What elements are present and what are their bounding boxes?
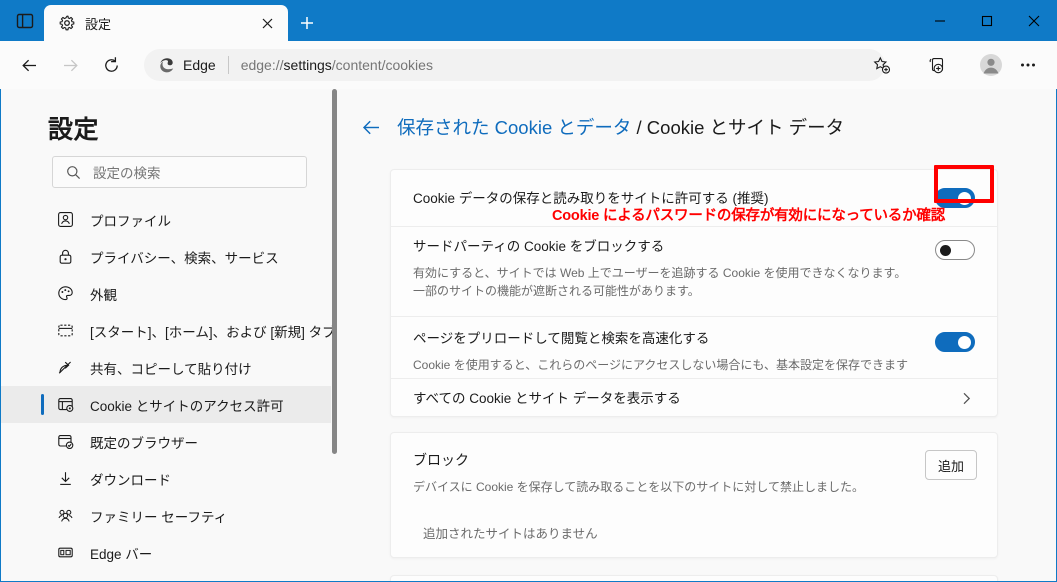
- title-bar: 設定: [0, 0, 1057, 41]
- sidebar-scrollbar[interactable]: [331, 89, 338, 581]
- scrollbar-thumb[interactable]: [332, 89, 337, 454]
- breadcrumb: 保存された Cookie とデータ / Cookie とサイト データ: [359, 114, 844, 140]
- more-ellipsis-icon[interactable]: [1013, 50, 1043, 80]
- profile-avatar-icon[interactable]: [976, 50, 1006, 80]
- gear-icon: [58, 15, 75, 32]
- omnibox-url[interactable]: edge://settings/content/cookies: [241, 57, 885, 73]
- palette-icon: [56, 284, 75, 303]
- share-icon: [56, 358, 75, 377]
- settings-nav-list: プロファイル プライバシー、検索、サービス 外観 [スタート]、[ホーム]、およ…: [1, 201, 336, 581]
- settings-sidebar: 設定 設定の検索 プロファイル プライバシー、検索、サービス 外観 [スタート]…: [1, 89, 337, 581]
- close-icon[interactable]: [254, 10, 280, 36]
- back-arrow-icon[interactable]: [14, 50, 44, 80]
- omnibox-divider: [227, 56, 229, 74]
- sidebar-item-start-home-newtab[interactable]: [スタート]、[ホーム]、および [新規] タブ: [1, 312, 336, 349]
- back-arrow-icon[interactable]: [359, 115, 383, 139]
- row-block-third-party-cookies[interactable]: サードパーティの Cookie をブロックする 有効にすると、サイトでは Web…: [391, 226, 997, 316]
- browser-toolbar: Edge edge://settings/content/cookies: [0, 41, 1057, 89]
- sidebar-item-label: プロファイル: [90, 213, 171, 229]
- tab-actions-icon[interactable]: [14, 10, 36, 32]
- sidebar-item-privacy[interactable]: プライバシー、検索、サービス: [1, 238, 331, 275]
- maximize-button[interactable]: [963, 0, 1010, 41]
- row-title: すべての Cookie とサイト データを表示する: [413, 391, 681, 406]
- minimize-button[interactable]: [916, 0, 963, 41]
- breadcrumb-separator: /: [636, 117, 642, 138]
- page-title: 設定: [48, 116, 100, 144]
- window-icon: [56, 321, 75, 340]
- sidebar-item-family-safety[interactable]: ファミリー セーフティ: [1, 497, 331, 534]
- row-title: ページをプリロードして閲覧と検索を高速化する: [413, 331, 710, 346]
- row-preload-pages[interactable]: ページをプリロードして閲覧と検索を高速化する Cookie を使用すると、これら…: [391, 316, 997, 378]
- search-icon: [65, 164, 81, 180]
- toggle-knob: [958, 336, 971, 349]
- language-icon: [56, 580, 75, 581]
- cookie-site-icon: [56, 395, 75, 414]
- sidebar-item-label: ダウンロード: [90, 472, 171, 488]
- breadcrumb-current: Cookie とサイト データ: [646, 117, 845, 138]
- browser-window: 設定 Edge edge://settings/content/cookies …: [0, 0, 1057, 582]
- toggle-preload-pages[interactable]: [935, 332, 975, 352]
- block-section-description: デバイスに Cookie を保存して読み取ることを以下のサイトに対して禁止しまし…: [413, 480, 864, 494]
- sidebar-item-label: プライバシー、検索、サービス: [90, 250, 279, 266]
- new-tab-button[interactable]: [294, 10, 320, 36]
- toggle-knob: [958, 192, 971, 205]
- address-bar[interactable]: Edge edge://settings/content/cookies: [144, 49, 885, 81]
- reload-icon[interactable]: [96, 50, 126, 80]
- edge-logo-icon: Edge: [158, 57, 216, 74]
- tab-title: 設定: [85, 16, 112, 32]
- family-icon: [56, 506, 75, 525]
- toggle-block-third-party-cookies[interactable]: [935, 240, 975, 260]
- forward-arrow-icon: [55, 50, 85, 80]
- sidebar-item-label: ファミリー セーフティ: [90, 509, 228, 525]
- sidebar-item-label: 外観: [90, 287, 117, 303]
- close-window-button[interactable]: [1010, 0, 1057, 41]
- sidebar-item-share-copy-paste[interactable]: 共有、コピーして貼り付け: [1, 349, 331, 386]
- block-section-title: ブロック: [413, 452, 469, 468]
- sidebar-item-label: [スタート]、[ホーム]、および [新規] タブ: [90, 324, 336, 340]
- sidebar-item-languages[interactable]: 言語: [1, 571, 331, 581]
- row-description: Cookie を使用すると、これらのページにアクセスしない場合にも、基本設定を保…: [413, 358, 909, 372]
- edgebar-icon: [56, 543, 75, 562]
- download-icon: [56, 469, 75, 488]
- chevron-right-icon[interactable]: [957, 389, 975, 407]
- settings-content: 保存された Cookie とデータ / Cookie とサイト データ Cook…: [338, 89, 1056, 581]
- star-add-icon[interactable]: [866, 50, 896, 80]
- block-list-card: ブロック デバイスに Cookie を保存して読み取ることを以下のサイトに対して…: [390, 432, 998, 558]
- collections-add-icon[interactable]: [921, 50, 951, 80]
- row-description: 有効にすると、サイトでは Web 上でユーザーを追跡する Cookie を使用で…: [413, 266, 907, 298]
- breadcrumb-text: 保存された Cookie とデータ / Cookie とサイト データ: [397, 114, 844, 140]
- search-input[interactable]: 設定の検索: [52, 156, 307, 188]
- browser-tab[interactable]: 設定: [44, 5, 288, 41]
- row-title: サードパーティの Cookie をブロックする: [413, 239, 665, 254]
- sidebar-item-label: 言語: [90, 580, 117, 582]
- sidebar-item-label: Edge バー: [90, 546, 153, 562]
- sidebar-item-label: Cookie とサイトのアクセス許可: [90, 398, 284, 414]
- browser-check-icon: [56, 432, 75, 451]
- sidebar-item-label: 共有、コピーして貼り付け: [90, 361, 252, 377]
- settings-page: 設定 設定の検索 プロファイル プライバシー、検索、サービス 外観 [スタート]…: [1, 89, 1056, 581]
- sidebar-item-label: 既定のブラウザー: [90, 435, 198, 451]
- toggle-knob: [940, 245, 951, 256]
- row-view-all-cookies[interactable]: すべての Cookie とサイト データを表示する: [391, 378, 997, 418]
- empty-state-note: 追加されたサイトはありません: [423, 527, 598, 541]
- add-site-button[interactable]: 追加: [925, 450, 977, 480]
- lock-icon: [56, 247, 75, 266]
- sidebar-item-downloads[interactable]: ダウンロード: [1, 460, 331, 497]
- next-section-card-partial: [390, 575, 998, 581]
- window-controls: [916, 0, 1057, 41]
- sidebar-item-default-browser[interactable]: 既定のブラウザー: [1, 423, 331, 460]
- sidebar-item-edge-bar[interactable]: Edge バー: [1, 534, 331, 571]
- block-section: ブロック デバイスに Cookie を保存して読み取ることを以下のサイトに対して…: [391, 433, 997, 559]
- sidebar-item-appearance[interactable]: 外観: [1, 275, 331, 312]
- omnibox-brand-label: Edge: [183, 57, 216, 73]
- breadcrumb-parent-link[interactable]: 保存された Cookie とデータ: [397, 117, 631, 138]
- sidebar-item-cookies-site-permissions[interactable]: Cookie とサイトのアクセス許可: [1, 386, 331, 423]
- search-placeholder: 設定の検索: [93, 166, 161, 181]
- annotation-text: Cookie によるパスワードの保存が有効にになっているか確認: [552, 208, 946, 224]
- profile-icon: [56, 210, 75, 229]
- sidebar-item-profile[interactable]: プロファイル: [1, 201, 331, 238]
